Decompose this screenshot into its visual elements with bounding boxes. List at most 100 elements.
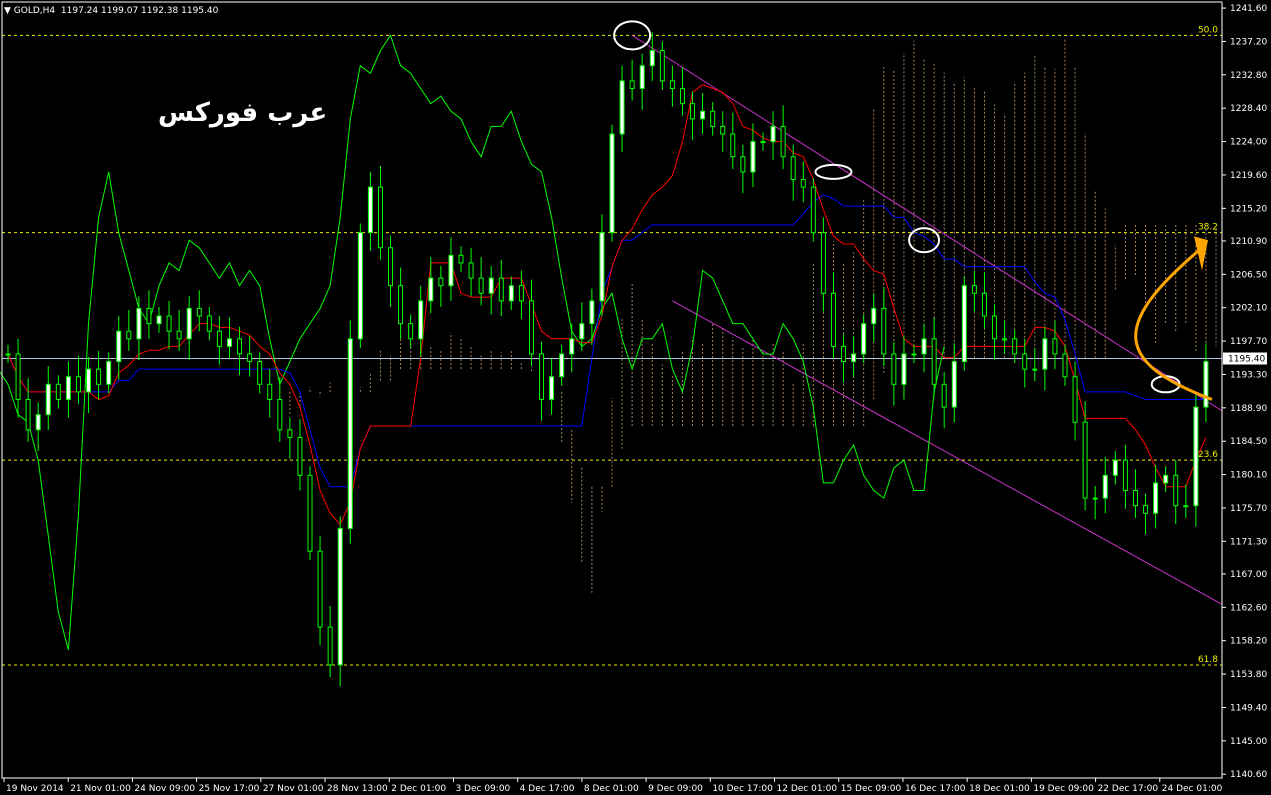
chart-menu-icon[interactable]: ▼ (4, 6, 14, 16)
y-tick-label: 1215.20 (1230, 204, 1267, 214)
candle-body (841, 345, 847, 363)
candle (669, 65, 675, 107)
x-tick-label: 19 Nov 2014 (6, 784, 64, 794)
candle (216, 316, 222, 365)
candle (549, 358, 555, 415)
candle (569, 323, 575, 373)
tenkan-sen-line (7, 84, 1207, 526)
candle-body (156, 315, 162, 325)
y-tick-label: 1219.60 (1230, 171, 1267, 181)
x-tick-label: 16 Dec 17:00 (905, 784, 966, 794)
y-tick-label: 1210.90 (1230, 237, 1267, 247)
candle (1153, 464, 1159, 529)
candle (438, 265, 444, 307)
x-tick-label: 28 Nov 13:00 (327, 784, 388, 794)
candle-body (730, 133, 736, 158)
candle-body (1193, 406, 1199, 507)
candle (1183, 484, 1189, 518)
candle (388, 235, 394, 307)
candle-body (830, 292, 836, 347)
candle (921, 323, 927, 373)
candle-body (720, 125, 726, 135)
candle-body (559, 353, 565, 378)
chikou-line (0, 34, 945, 650)
candle-body (307, 474, 313, 552)
candle-body (851, 353, 857, 363)
candle-body (75, 376, 81, 393)
candle (237, 326, 243, 376)
forecast-arrow (1134, 246, 1213, 401)
candle-body (176, 330, 182, 340)
candle-body (408, 323, 414, 340)
candle-body (45, 383, 51, 416)
candle (65, 361, 71, 418)
candle (186, 296, 192, 361)
candle-body (1153, 482, 1159, 514)
y-tick-label: 1162.60 (1230, 603, 1267, 613)
chart-header: ▼ GOLD,H4 1197.24 1199.07 1192.38 1195.4… (4, 6, 218, 16)
x-tick-label: 24 Nov 09:00 (134, 784, 195, 794)
kijun-sen-line (7, 194, 1206, 488)
candle-body (911, 353, 917, 356)
candle-body (770, 125, 776, 143)
candle (1072, 361, 1078, 441)
candle (1143, 493, 1149, 535)
candle (750, 123, 756, 188)
candle-body (1143, 505, 1149, 514)
candle (1102, 457, 1108, 514)
candle (830, 272, 836, 359)
candle (700, 93, 706, 134)
x-tick-label: 8 Dec 01:00 (584, 784, 639, 794)
chart-symbol: GOLD,H4 (13, 6, 56, 16)
candle (740, 144, 746, 194)
candle-body (377, 186, 383, 249)
candle (25, 378, 31, 442)
candle (770, 111, 776, 160)
candle-body (35, 414, 41, 431)
candle-body (1082, 421, 1088, 499)
y-tick-label: 1167.00 (1230, 570, 1267, 580)
candle-body (1052, 338, 1058, 355)
candle (226, 317, 232, 359)
candle-body (961, 285, 967, 363)
candle-body (941, 383, 947, 408)
candle-body (992, 315, 998, 340)
current-price-label: 1195.40 (1228, 355, 1265, 365)
candle (287, 417, 293, 459)
candle (710, 102, 716, 136)
candle-body (1112, 459, 1118, 476)
candle-body (599, 232, 605, 302)
candle (911, 344, 917, 364)
candle (267, 369, 273, 418)
candle (659, 41, 665, 90)
candle-body (891, 353, 897, 385)
candle (86, 357, 92, 414)
candle-body (1072, 376, 1078, 423)
candle-body (539, 353, 545, 400)
candle-body (1012, 338, 1018, 355)
candle (871, 293, 877, 342)
candle-body (619, 80, 625, 135)
candle-body (750, 141, 756, 173)
candle-body (800, 179, 806, 188)
candle (478, 256, 484, 306)
candle-body (438, 277, 444, 287)
highlight-markers (613, 20, 1213, 401)
candle-body (106, 361, 112, 385)
y-tick-label: 1140.60 (1230, 770, 1267, 780)
candle (679, 67, 685, 116)
candle-body (639, 65, 645, 89)
candle-body (659, 50, 665, 82)
candle-body (226, 338, 232, 347)
x-tick-label: 4 Dec 17:00 (520, 784, 575, 794)
candle-body (25, 398, 31, 431)
y-tick-label: 1224.00 (1230, 138, 1267, 148)
candle (116, 316, 122, 380)
candle-body (579, 323, 585, 340)
candle (941, 372, 947, 429)
candle (1112, 451, 1118, 485)
trend-channel (631, 34, 1223, 605)
fib-level-label: 23.6 (1198, 450, 1218, 460)
candle-body (981, 292, 987, 317)
time-axis: 19 Nov 2014 21 Nov 01:00 24 Nov 09:00 25 No… (3, 778, 1223, 794)
